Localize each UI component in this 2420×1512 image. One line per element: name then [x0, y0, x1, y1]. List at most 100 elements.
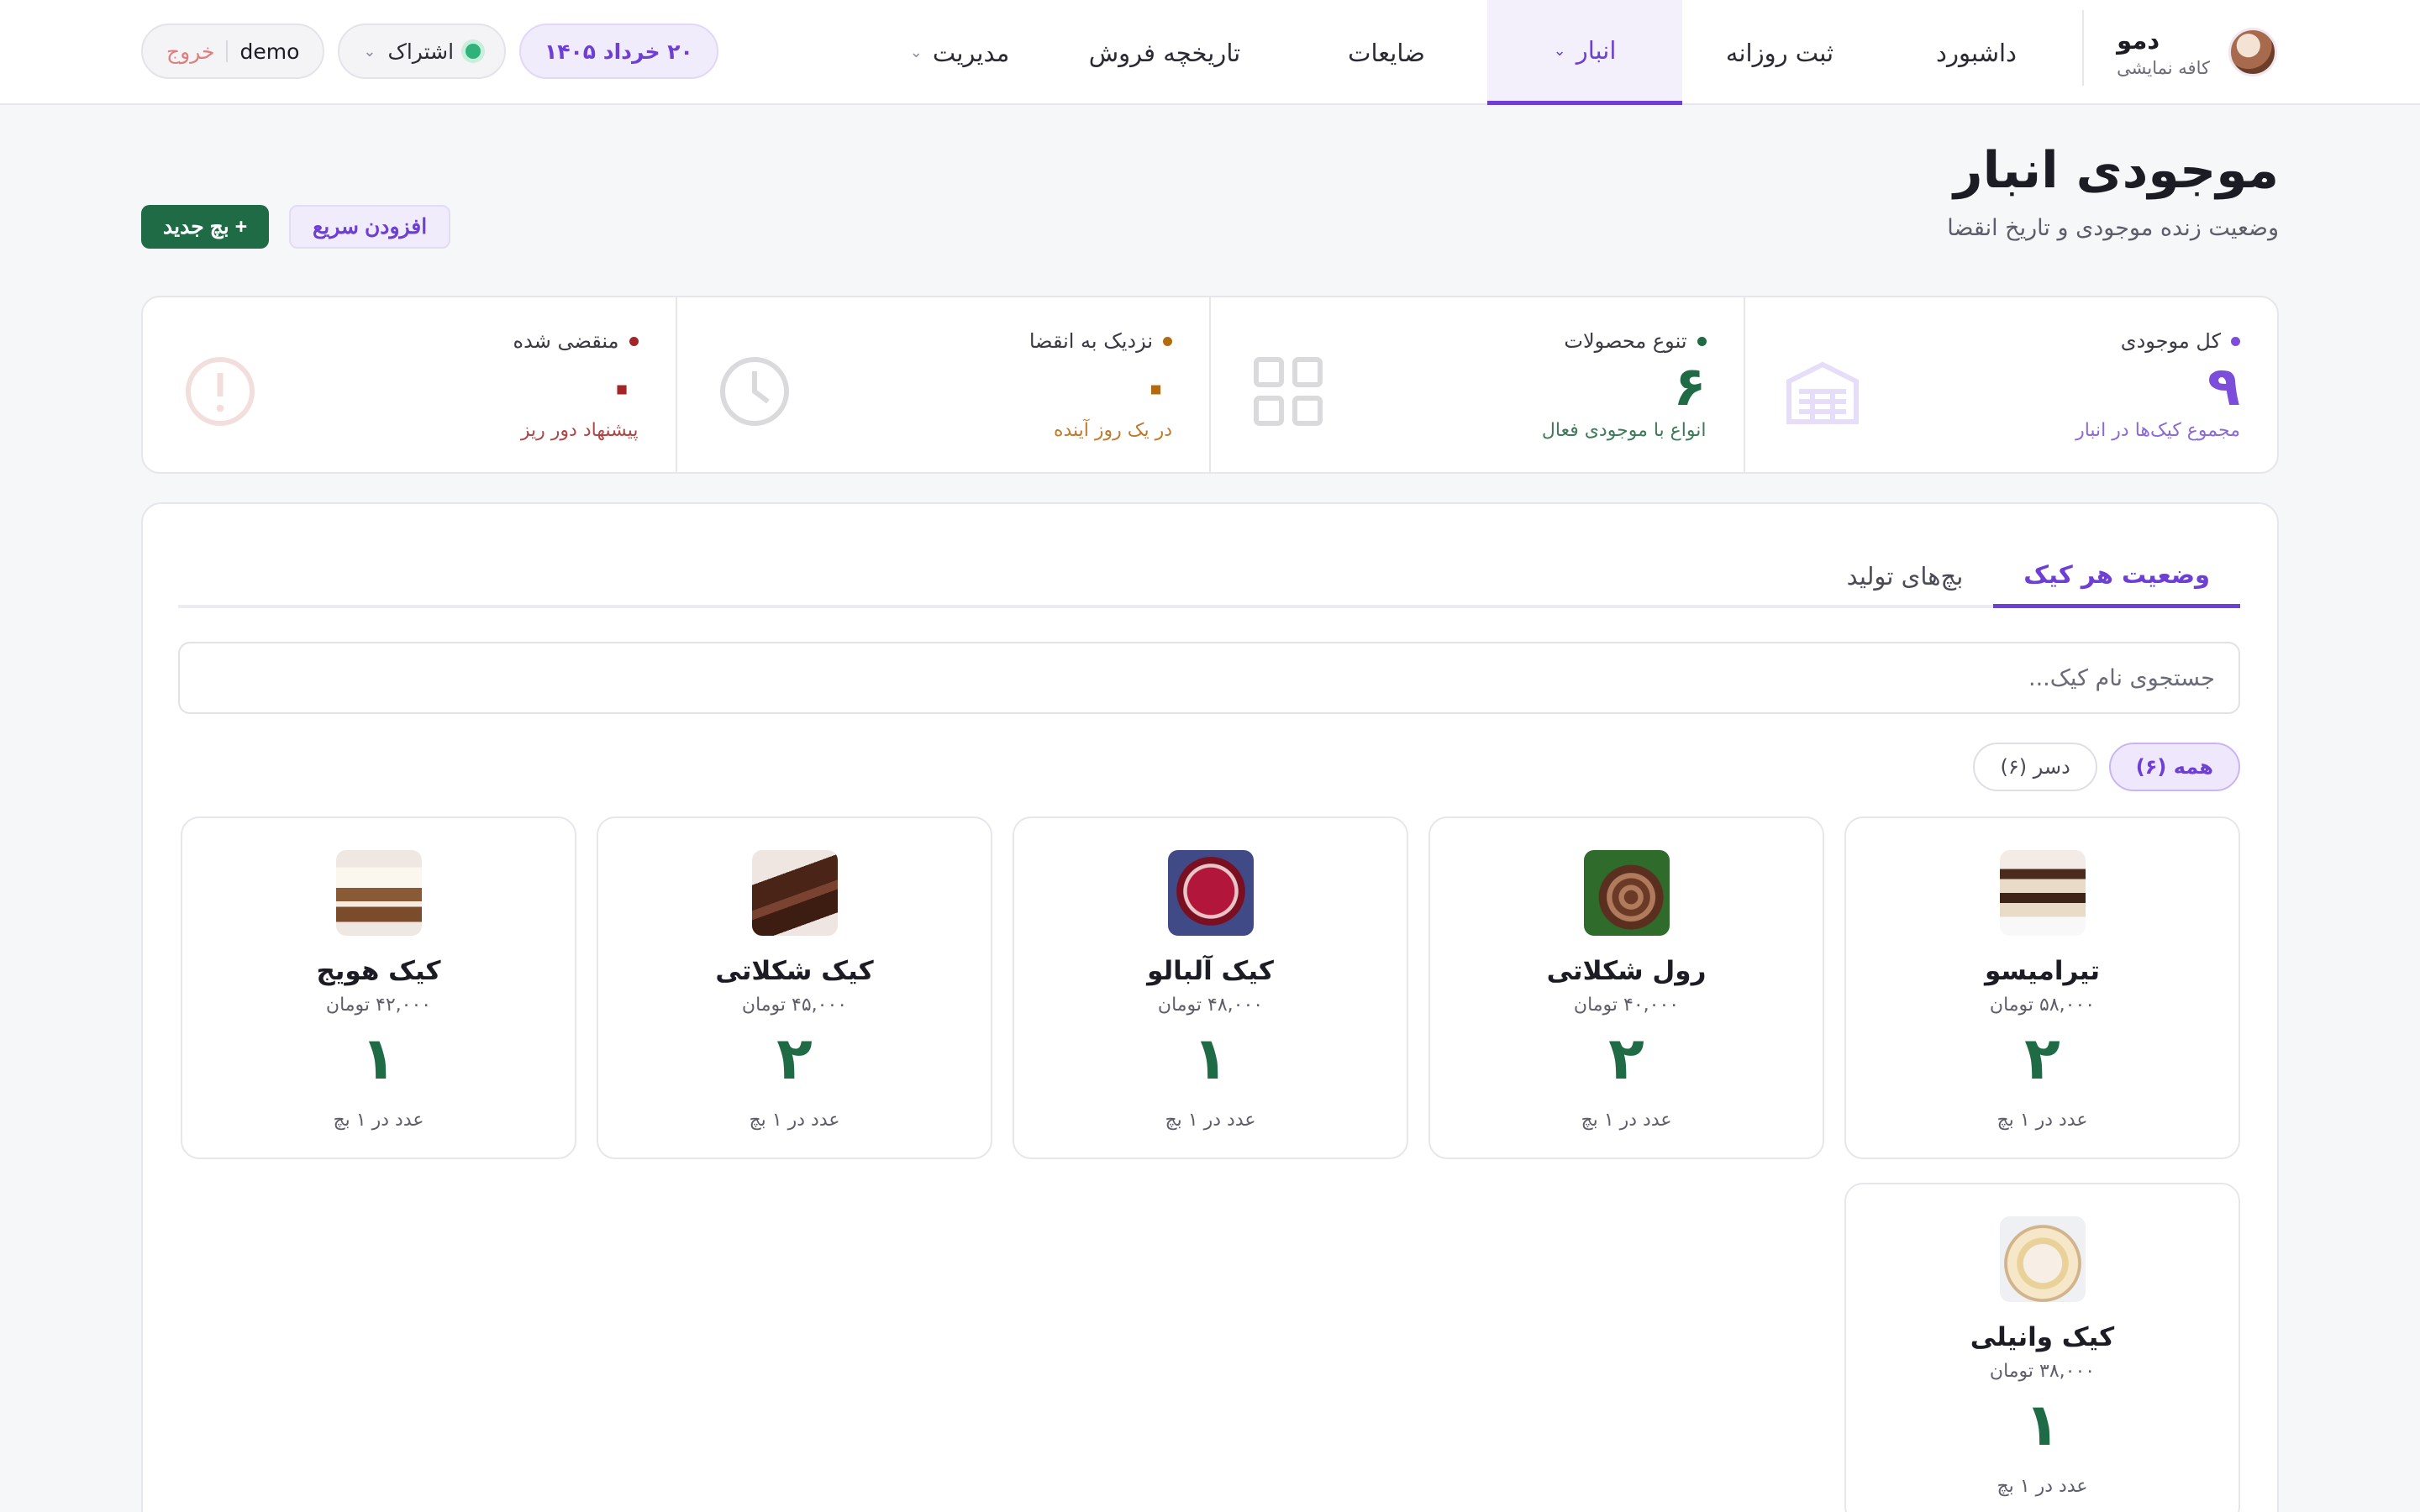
status-dot — [2231, 336, 2240, 346]
cake-batch-info: عدد در ۱ بچ — [1996, 1110, 2088, 1131]
category-filters: همه (۶) دسر (۶) — [1973, 743, 2240, 791]
tab-1[interactable]: بچ‌های تولید — [1817, 544, 1994, 608]
brand-subtitle: کافه نمایشی — [2117, 58, 2210, 78]
nav-item-label: ثبت روزانه — [1725, 38, 1834, 67]
stat-card-1: تنوع محصولات ۶ انواع با موجودی فعال — [1209, 297, 1744, 472]
nav-item-label: تاریخچه فروش — [1088, 38, 1241, 67]
page-title: موجودی انبار — [1954, 141, 2279, 200]
nav-item-4[interactable]: تاریخچه فروش — [1044, 0, 1286, 105]
warehouse-icon — [1782, 351, 1863, 432]
cake-batch-info: عدد در ۱ بچ — [1581, 1110, 1672, 1131]
carrot-cake-image — [335, 850, 422, 936]
cake-name: تیرامیسو — [1984, 956, 2101, 986]
cake-card[interactable]: رول شکلاتی ۴۰,۰۰۰ تومان ۲ عدد در ۱ بچ — [1428, 816, 1824, 1159]
nav-item-5[interactable]: مدیریت ⌄ — [876, 0, 1044, 105]
cake-batch-info: عدد در ۱ بچ — [333, 1110, 424, 1131]
brand-name: دمو — [2117, 26, 2160, 55]
chevron-down-icon: ⌄ — [363, 42, 376, 60]
top-bar: دمو کافه نمایشی داشبورد ثبت روزانه انبار ⌄ ض… — [0, 0, 2420, 105]
new-batch-button[interactable]: + بچ جدید — [141, 205, 270, 249]
cake-card[interactable]: کیک شکلاتی ۴۵,۰۰۰ تومان ۲ عدد در ۱ بچ — [597, 816, 992, 1159]
nav-item-3[interactable]: ضایعات — [1286, 0, 1487, 105]
status-dot — [1163, 336, 1172, 346]
cake-card[interactable]: کیک هویج ۴۲,۰۰۰ تومان ۱ عدد در ۱ بچ — [181, 816, 576, 1159]
stats-panel: کل موجودی ۹ مجموع کیک‌ها در انبار تنوع محصو… — [141, 296, 2279, 474]
status-dot — [1697, 336, 1707, 346]
main-nav: داشبورد ثبت روزانه انبار ⌄ ضایعات تاریخچه فرو… — [876, 0, 2075, 105]
cake-price: ۴۲,۰۰۰ تومان — [325, 995, 432, 1016]
stat-note: انواع با موجودی فعال — [1541, 420, 1707, 441]
cake-card[interactable]: تیرامیسو ۵۸,۰۰۰ تومان ۲ عدد در ۱ بچ — [1844, 816, 2240, 1159]
stat-label-text: نزدیک به انقضا — [1028, 329, 1153, 353]
filter-chip-0[interactable]: همه (۶) — [2108, 743, 2240, 791]
cake-stock-count: ۲ — [776, 1024, 813, 1093]
chocolate-roll-image — [1583, 850, 1670, 936]
nav-item-label: مدیریت — [932, 38, 1010, 67]
vanilla-cake-image — [1999, 1216, 2086, 1302]
cake-stock-count: ۱ — [360, 1024, 397, 1093]
tab-0[interactable]: وضعیت هر کیک — [1993, 544, 2240, 608]
chocolate-cake-image — [751, 850, 838, 936]
subscription-pill[interactable]: اشتراک ⌄ — [338, 24, 507, 79]
tiramisu-image — [1999, 850, 2086, 936]
stat-label-text: کل موجودی — [2120, 329, 2221, 353]
search-input[interactable] — [178, 642, 2240, 714]
cake-name: کیک هویج — [316, 956, 441, 986]
nav-item-label: داشبورد — [1936, 38, 2017, 67]
cake-grid: تیرامیسو ۵۸,۰۰۰ تومان ۲ عدد در ۱ بچ رول شکلا… — [178, 816, 2240, 1512]
nav-item-2[interactable]: انبار ⌄ — [1487, 0, 1682, 105]
stat-note: در یک روز آینده — [1053, 420, 1172, 441]
cake-price: ۳۸,۰۰۰ تومان — [1989, 1361, 2096, 1382]
brand-avatar — [2228, 28, 2277, 76]
cherry-cake-image — [1167, 850, 1254, 936]
stat-card-3: منقضی شده ۰ پیشنهاد دور ریز — [143, 297, 676, 472]
cake-price: ۵۸,۰۰۰ تومان — [1989, 995, 2096, 1016]
quick-add-button[interactable]: افزودن سریع — [289, 205, 451, 249]
date-pill[interactable]: ۲۰ خرداد ۱۴۰۵ — [519, 24, 718, 79]
cake-card[interactable]: کیک آلبالو ۴۸,۰۰۰ تومان ۱ عدد در ۱ بچ — [1013, 816, 1408, 1159]
stat-value: ۰ — [1139, 356, 1172, 418]
pill-separator — [226, 40, 229, 62]
status-dot — [466, 44, 481, 59]
chevron-down-icon: ⌄ — [1553, 41, 1566, 60]
cake-price: ۴۰,۰۰۰ تومان — [1573, 995, 1680, 1016]
chevron-down-icon: ⌄ — [909, 44, 923, 61]
stat-label: کل موجودی — [2121, 329, 2240, 353]
top-pills: ۲۰ خرداد ۱۴۰۵ اشتراک ⌄ خروج demo — [141, 24, 718, 79]
clock-icon — [714, 351, 795, 432]
stat-value: ۰ — [605, 356, 639, 418]
nav-item-label: ضایعات — [1348, 38, 1425, 67]
subscription-label: اشتراک — [387, 39, 455, 64]
stat-label: نزدیک به انقضا — [1029, 329, 1172, 353]
stat-label-text: منقضی شده — [513, 329, 619, 353]
stat-card-2: نزدیک به انقضا ۰ در یک روز آینده — [675, 297, 1210, 472]
filter-chip-1[interactable]: دسر (۶) — [1973, 743, 2097, 791]
brand-text: دمو کافه نمایشی — [2117, 26, 2210, 78]
cake-batch-info: عدد در ۱ بچ — [1165, 1110, 1256, 1131]
stat-note: پیشنهاد دور ریز — [520, 420, 639, 441]
nav-item-0[interactable]: داشبورد — [1877, 0, 2075, 105]
cake-stock-count: ۱ — [1192, 1024, 1228, 1093]
brand[interactable]: دمو کافه نمایشی — [2117, 20, 2277, 84]
cake-batch-info: عدد در ۱ بچ — [749, 1110, 840, 1131]
page-subtitle: وضعیت زنده موجودی و تاریخ انقضا — [1947, 215, 2279, 241]
stat-value: ۹ — [2207, 356, 2240, 418]
stat-label-text: تنوع محصولات — [1564, 329, 1687, 353]
nav-item-1[interactable]: ثبت روزانه — [1682, 0, 1877, 105]
cake-stock-count: ۲ — [2024, 1024, 2060, 1093]
alert-icon — [180, 351, 260, 432]
brand-divider — [2082, 10, 2084, 86]
cake-price: ۴۵,۰۰۰ تومان — [741, 995, 848, 1016]
cake-card[interactable]: کیک وانیلی ۳۸,۰۰۰ تومان ۱ عدد در ۱ بچ — [1844, 1183, 2240, 1512]
inventory-card: وضعیت هر کیکبچ‌های تولید همه (۶)دسر (۶) … — [141, 502, 2279, 1512]
date-label: ۲۰ خرداد ۱۴۰۵ — [544, 39, 693, 64]
cake-name: کیک وانیلی — [1970, 1322, 2115, 1352]
stat-value: ۶ — [1673, 356, 1707, 418]
cake-name: کیک شکلاتی — [715, 956, 874, 986]
cake-stock-count: ۱ — [2024, 1390, 2060, 1459]
tab-bar: وضعیت هر کیک بچ‌های تولید — [178, 544, 2240, 608]
logout-button[interactable]: خروج — [166, 39, 214, 64]
nav-item-label: انبار — [1576, 36, 1617, 65]
stat-note: مجموع کیک‌ها در انبار — [2075, 420, 2240, 441]
cake-price: ۴۸,۰۰۰ تومان — [1157, 995, 1264, 1016]
